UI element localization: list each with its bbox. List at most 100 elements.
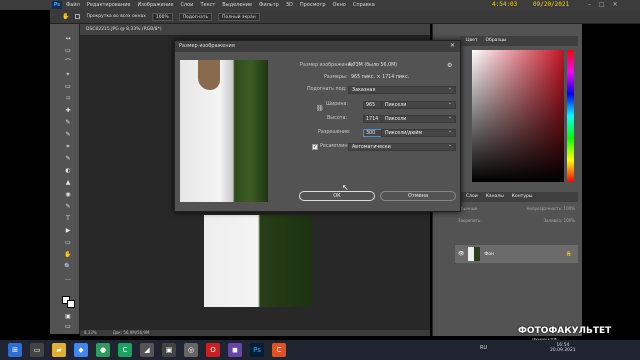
full-screen-button[interactable]: Полный экран	[218, 12, 260, 21]
hand-tool-icon[interactable]: ✋	[64, 252, 72, 258]
height-unit-select[interactable]: Пиксели	[381, 114, 456, 123]
image-size-label: Размер изображения:	[300, 63, 356, 68]
app-icon-4[interactable]: ◢	[140, 343, 154, 357]
taskbar: ⊞ ▭ ▰ ◆ ● C ◢ ▣ ◎ O ◼ Ps C	[0, 340, 640, 360]
hand-tool-icon[interactable]: ✋	[62, 13, 69, 20]
lasso-tool-icon[interactable]: ⌒	[64, 60, 72, 66]
opera-icon[interactable]: O	[206, 343, 220, 357]
tab-swatches[interactable]: Образцы	[486, 38, 507, 44]
close-icon[interactable]: ✕	[613, 1, 618, 8]
layer-name: Фон	[484, 251, 494, 257]
close-icon[interactable]: ✕	[450, 42, 455, 49]
resample-select[interactable]: Автоматически	[348, 142, 456, 151]
menu-3d[interactable]: 3D	[286, 2, 293, 8]
dimensions-label: Размеры:	[324, 75, 348, 80]
tab-layers[interactable]: Слои	[466, 194, 478, 200]
history-brush-tool-icon[interactable]: ✎	[64, 156, 72, 162]
image-size-dialog: Размер изображения ✕ Размер изображения:…	[174, 40, 461, 212]
width-label: Ширина:	[326, 102, 349, 107]
more-tools-icon[interactable]: …	[64, 276, 72, 282]
frame-tool-icon[interactable]: ⌑	[64, 96, 72, 102]
photoshop-logo-icon[interactable]: Ps	[52, 1, 62, 9]
quick-mask-icon[interactable]: ▣	[64, 314, 72, 320]
tab-channels[interactable]: Каналы	[486, 194, 504, 200]
color-picker-field[interactable]	[472, 50, 564, 182]
menu-filter[interactable]: Фильтр	[259, 2, 279, 8]
zoom-100-button[interactable]: 100%	[151, 12, 173, 21]
move-tool-icon[interactable]: ↔	[64, 36, 72, 42]
hue-slider[interactable]	[567, 50, 574, 182]
clone-stamp-tool-icon[interactable]: ⌗	[64, 144, 72, 150]
app-icon-8[interactable]: C	[272, 343, 286, 357]
photoshop-taskbar-icon[interactable]: Ps	[250, 343, 264, 357]
app-icon-3[interactable]: C	[118, 343, 132, 357]
background-color-swatch[interactable]	[67, 300, 75, 308]
recording-date: 09/20/2021	[533, 1, 570, 8]
image-preview[interactable]	[180, 60, 268, 202]
rectangle-tool-icon[interactable]: ▭	[64, 240, 72, 246]
app-icon-2[interactable]: ●	[96, 343, 110, 357]
cancel-button[interactable]: Отмена	[380, 191, 456, 201]
app-icon-1[interactable]: ◆	[74, 343, 88, 357]
maximize-icon[interactable]: □	[599, 1, 605, 8]
lock-label: Закрепить:	[458, 218, 482, 223]
color-panel-tabs: Цвет Образцы	[460, 36, 578, 46]
zoom-tool-icon[interactable]: 🔍	[64, 264, 72, 270]
brush-tool-icon[interactable]: ✎	[64, 132, 72, 138]
quick-select-tool-icon[interactable]: ⌖	[64, 72, 72, 78]
menu-select[interactable]: Выделение	[222, 2, 252, 8]
ok-button[interactable]: ОК	[299, 191, 375, 201]
blur-tool-icon[interactable]: ◉	[64, 192, 72, 198]
dimensions-value: 965 пикс. × 1714 пикс.	[351, 75, 410, 80]
task-view-icon[interactable]: ▭	[30, 343, 44, 357]
path-select-tool-icon[interactable]: ▶	[64, 228, 72, 234]
eraser-tool-icon[interactable]: ◐	[64, 168, 72, 174]
app-icon-6[interactable]: ◎	[184, 343, 198, 357]
menu-file[interactable]: Файл	[66, 2, 80, 8]
windows-start-icon[interactable]: ⊞	[8, 343, 22, 357]
tab-color[interactable]: Цвет	[466, 38, 478, 44]
opacity-field[interactable]: Непрозрачность: 100%	[526, 206, 575, 214]
menu-image[interactable]: Изображение	[137, 2, 173, 8]
app-icon-7[interactable]: ◼	[228, 343, 242, 357]
screen-mode-icon[interactable]: ▭	[64, 324, 72, 330]
taskbar-clock[interactable]: 16:54 20.09.2021	[550, 343, 576, 353]
menu-view[interactable]: Просмотр	[300, 2, 326, 8]
menu-layers[interactable]: Слои	[180, 2, 193, 8]
fill-field[interactable]: Заливка: 100%	[544, 218, 575, 226]
tab-paths[interactable]: Контуры	[512, 194, 533, 200]
link-chain-icon[interactable]: ⛓	[316, 105, 324, 112]
blend-mode-row: Обычные Непрозрачность: 100%	[455, 206, 578, 214]
menu-edit[interactable]: Редактирование	[87, 2, 131, 8]
gradient-tool-icon[interactable]: ▲	[64, 180, 72, 186]
type-tool-icon[interactable]: T	[64, 216, 72, 222]
resample-checkbox[interactable]: ✓	[312, 144, 318, 150]
minimize-icon[interactable]: –	[588, 1, 591, 8]
resample-label: Ресамплинг:	[320, 144, 352, 149]
crop-tool-icon[interactable]: ▭	[64, 84, 72, 90]
zoom-readout[interactable]: 8,33%	[84, 330, 97, 336]
marquee-tool-icon[interactable]: ▭	[64, 48, 72, 54]
scroll-all-windows-checkbox[interactable]	[75, 14, 81, 19]
language-indicator[interactable]: RU	[480, 345, 487, 351]
scroll-all-windows-label: Прокрутка во всех окнах	[86, 14, 146, 19]
layer-row[interactable]: 👁 Фон 🔒	[455, 245, 578, 263]
fit-screen-button[interactable]: Подогнать	[178, 12, 213, 21]
app-icon-5[interactable]: ▣	[162, 343, 176, 357]
fit-to-label: Подогнать под:	[307, 87, 347, 92]
fit-to-select[interactable]: Заказная	[348, 85, 456, 94]
dialog-title[interactable]: Размер изображения	[175, 41, 460, 52]
gear-icon[interactable]: ⚙	[447, 62, 452, 69]
file-explorer-icon[interactable]: ▰	[52, 343, 66, 357]
healing-brush-tool-icon[interactable]: ✎	[64, 120, 72, 126]
menu-help[interactable]: Справка	[353, 2, 375, 8]
document-image[interactable]	[204, 215, 312, 307]
width-unit-select[interactable]: Пиксели	[381, 100, 456, 109]
resolution-unit-select[interactable]: Пиксели/дюйм	[381, 128, 456, 137]
eye-icon[interactable]: 👁	[458, 251, 464, 257]
pen-tool-icon[interactable]: ✎	[64, 204, 72, 210]
menu-window[interactable]: Окно	[333, 2, 346, 8]
eyedropper-tool-icon[interactable]: ✚	[64, 108, 72, 114]
document-tab[interactable]: DSC02215.JPG @ 8,33% (RGB/8*)	[80, 24, 430, 36]
menu-type[interactable]: Текст	[200, 2, 215, 8]
